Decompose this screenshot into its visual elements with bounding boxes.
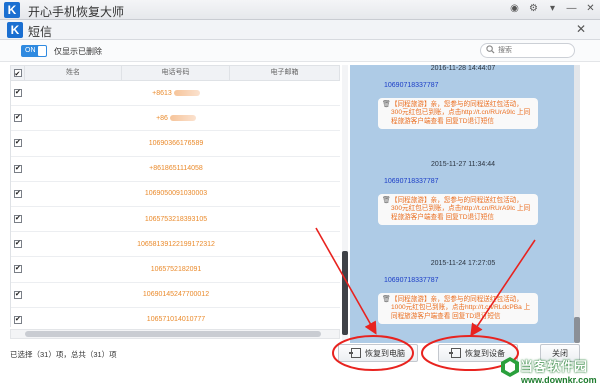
horizontal-scroll-thumb[interactable] (25, 331, 321, 337)
select-all-checkbox[interactable] (13, 68, 22, 82)
phone-cell: +86 (122, 115, 230, 122)
selection-status: 已选择（31）项，总共（31）项 (10, 350, 117, 359)
trash-icon: 🗑 (382, 197, 391, 204)
phone-cell: 1065753218393105 (144, 215, 208, 223)
table-row[interactable]: +86 (11, 106, 340, 132)
deleted-only-label: 仅显示已删除 (54, 47, 102, 56)
row-checkbox[interactable] (14, 214, 22, 224)
message-scroll-thumb[interactable] (574, 317, 580, 343)
watermark-logo-icon (501, 357, 519, 377)
dialog-close-icon[interactable]: ✕ (576, 22, 586, 36)
phone-cell: 1065813912219917231​2 (137, 240, 215, 248)
message-text: 【同程旅游】亲，您参与的同程送红包活动，1000元红包已到账，点击http://… (391, 296, 531, 320)
dialog-title-bar: K 短信 ✕ (0, 20, 600, 40)
message-bubble[interactable]: 🗑 【同程旅游】亲，您参与的同程送红包活动，300元红包已到账，点击http:/… (378, 194, 538, 226)
minimize-icon[interactable]: — (566, 3, 577, 14)
message-date: 2016-11-28 14:44:07 (430, 65, 496, 72)
message-bubble[interactable]: 🗑 【同程旅游】亲，您参与的同程送红包活动，300元红包已到账，点击http:/… (378, 98, 538, 130)
app-title: 开心手机恢复大师 (28, 5, 125, 19)
row-checkbox[interactable] (14, 315, 22, 324)
message-text: 【同程旅游】亲，您参与的同程送红包活动，300元红包已到账，点击http://t… (391, 101, 531, 125)
header-email[interactable]: 电子邮箱 (230, 66, 339, 80)
app-title-bar: K 开心手机恢复大师 ◉ ⚙ ▾ — ✕ (0, 0, 600, 20)
phone-cell: 10690366176589 (148, 139, 204, 147)
message-panel: 2016-11-28 14:44:07 10690718337787 🗑 【同程… (350, 65, 580, 343)
message-sender: 10690718337787 (384, 82, 439, 89)
message-sender: 10690718337787 (384, 178, 439, 185)
header-name[interactable]: 姓名 (25, 66, 122, 80)
message-panel-scrollbar[interactable] (574, 65, 580, 343)
phone-cell: 1069014524770001​2 (142, 291, 210, 299)
deleted-only-toggle[interactable]: ON (21, 45, 47, 57)
watermark-name: 当客软件园 (520, 359, 588, 374)
row-checkbox[interactable] (14, 113, 22, 123)
table-row[interactable]: +8618651114058 (11, 157, 340, 182)
table-horizontal-scrollbar[interactable] (10, 329, 340, 339)
message-date: 2015-11-24 17:27:05 (430, 260, 496, 267)
phone-cell: +8618651114058 (149, 165, 203, 173)
message-date: 2015-11-27 11:34:44 (431, 161, 495, 168)
contacts-table-body: +8613 +86 10690366176589 +8618651114058 … (10, 81, 340, 327)
table-row[interactable]: 1065752182091 (11, 257, 340, 283)
select-all-cell (11, 66, 25, 82)
watermark-url: www.downkr.com (521, 375, 597, 385)
table-row[interactable]: 1069014524770001​2 (11, 283, 340, 308)
search-input[interactable] (498, 45, 570, 56)
menu-icon[interactable]: ▾ (547, 3, 558, 14)
search-icon (486, 45, 495, 54)
phone-cell: 1069050091030003 (144, 190, 208, 198)
header-phone[interactable]: 电话号码 (122, 66, 230, 80)
vertical-scroll-thumb[interactable] (342, 251, 348, 335)
trash-icon: 🗑 (382, 101, 391, 108)
message-sender: 10690718337787 (384, 277, 439, 284)
trash-icon: 🗑 (382, 296, 391, 303)
close-icon[interactable]: ✕ (585, 3, 596, 14)
restore-to-pc-label: 恢复到电脑 (365, 348, 405, 358)
row-checkbox[interactable] (14, 189, 22, 198)
masked-digits (169, 114, 196, 121)
message-bubble[interactable]: 🗑 【同程旅游】亲，您参与的同程送红包活动，1000元红包已到账，点击http:… (378, 293, 538, 325)
restore-to-device-label: 恢复到设备 (465, 348, 505, 358)
app-logo: K (4, 2, 20, 18)
restore-icon (349, 348, 361, 358)
table-row[interactable]: +8613 (11, 81, 340, 107)
window-controls: ◉ ⚙ ▾ — ✕ (509, 3, 596, 14)
settings-icon[interactable]: ⚙ (528, 3, 539, 14)
row-checkbox[interactable] (14, 239, 22, 249)
message-text: 【同程旅游】亲，您参与的同程送红包活动，300元红包已到账，点击http://t… (391, 197, 531, 221)
row-checkbox[interactable] (14, 138, 22, 148)
dialog-logo: K (7, 22, 23, 38)
table-vertical-scrollbar[interactable] (342, 65, 348, 340)
table-row[interactable]: 1065813912219917231​2 (11, 232, 340, 258)
phone-cell: 106571014010777 (146, 316, 206, 324)
table-row[interactable]: 1065753218393105 (11, 207, 340, 233)
row-checkbox[interactable] (14, 164, 22, 173)
contacts-table-header: 姓名 电话号码 电子邮箱 (10, 65, 340, 82)
table-row[interactable]: 106571014010777 (11, 308, 340, 327)
row-checkbox[interactable] (14, 88, 22, 98)
restore-icon (449, 348, 461, 358)
table-row[interactable]: 1069050091030003 (11, 182, 340, 207)
row-checkbox[interactable] (14, 264, 22, 274)
chat-icon[interactable]: ◉ (509, 3, 520, 14)
phone-cell: 1065752182091 (150, 265, 202, 273)
dialog-title: 短信 (28, 25, 53, 39)
row-checkbox[interactable] (14, 290, 22, 299)
phone-cell: +8613 (122, 90, 230, 97)
masked-digits (173, 89, 200, 96)
table-row[interactable]: 10690366176589 (11, 131, 340, 157)
restore-to-pc-button[interactable]: 恢复到电脑 (338, 344, 418, 362)
